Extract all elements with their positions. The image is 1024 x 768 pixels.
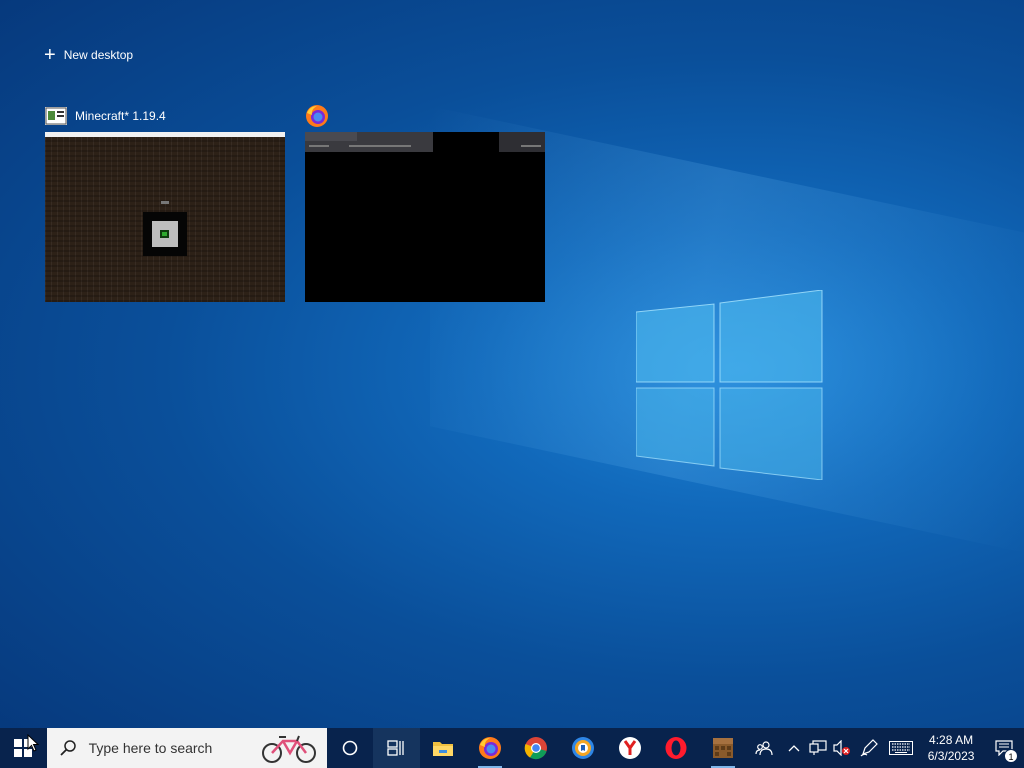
plus-icon: + (44, 44, 56, 66)
new-desktop-label: New desktop (63, 48, 134, 62)
taskbar: Type here to search 4:28 AM 6/3/2023 1 (0, 728, 1024, 768)
preview-loading-text (161, 201, 169, 204)
touch-keyboard-button[interactable] (884, 728, 918, 768)
window-title: Minecraft* 1.19.4 (75, 109, 166, 123)
task-view-icon (387, 740, 405, 756)
opera-icon (665, 737, 687, 759)
window-thumbnail-firefox[interactable] (305, 102, 545, 302)
taskbar-file-explorer[interactable] (420, 728, 467, 768)
pen-icon (860, 739, 878, 757)
preview-toolbar (499, 132, 545, 152)
clock[interactable]: 4:28 AM 6/3/2023 (922, 732, 980, 764)
people-button[interactable] (746, 728, 782, 768)
chrome-icon (525, 737, 548, 760)
cortana-icon (342, 740, 358, 756)
keyboard-icon (889, 741, 914, 755)
taskbar-chrome[interactable] (513, 728, 560, 768)
network-button[interactable] (806, 728, 830, 768)
taskbar-firefox[interactable] (466, 728, 513, 768)
window-preview[interactable] (305, 132, 545, 302)
yandex-browser-icon (618, 737, 641, 759)
people-icon (755, 741, 773, 756)
minecraft-launcher-icon (712, 738, 733, 758)
chevron-up-icon (788, 745, 800, 752)
search-icon (59, 740, 76, 756)
preview-loading-icon (143, 212, 187, 256)
start-button[interactable] (0, 728, 47, 768)
clock-date: 6/3/2023 (927, 749, 975, 763)
preview-tab (305, 132, 357, 141)
new-desktop-button[interactable]: + New desktop (44, 44, 133, 66)
firefox-icon (306, 105, 328, 127)
search-placeholder: Type here to search (88, 740, 213, 756)
thumbnail-header (305, 102, 545, 130)
minecraft-launcher-icon (45, 107, 67, 125)
windows-logo-wallpaper (636, 290, 823, 480)
firefox-icon (478, 737, 501, 759)
taskbar-opera[interactable] (653, 728, 700, 768)
task-view-button[interactable] (373, 728, 420, 768)
show-hidden-icons-button[interactable] (782, 728, 806, 768)
taskbar-minecraft-launcher[interactable] (699, 728, 746, 768)
notification-count-badge: 1 (1004, 749, 1019, 763)
windows-ink-button[interactable] (854, 728, 884, 768)
system-tray: 4:28 AM 6/3/2023 1 (746, 728, 1024, 768)
search-box[interactable]: Type here to search (46, 728, 327, 768)
volume-button[interactable] (830, 728, 854, 768)
clock-time: 4:28 AM (929, 733, 974, 747)
action-center-button[interactable]: 1 (984, 728, 1024, 768)
cortana-button[interactable] (327, 728, 374, 768)
network-icon (809, 740, 827, 755)
window-thumbnail-minecraft[interactable]: Minecraft* 1.19.4 (45, 102, 285, 302)
avast-browser-icon (571, 737, 594, 759)
window-preview[interactable] (45, 132, 285, 302)
file-explorer-icon (433, 742, 454, 756)
volume-muted-icon (833, 740, 851, 756)
taskbar-avast-browser[interactable] (560, 728, 607, 768)
mouse-cursor-icon (27, 734, 39, 752)
bike-icon (261, 735, 316, 763)
thumbnail-header: Minecraft* 1.19.4 (45, 102, 285, 130)
taskbar-yandex-browser[interactable] (606, 728, 653, 768)
